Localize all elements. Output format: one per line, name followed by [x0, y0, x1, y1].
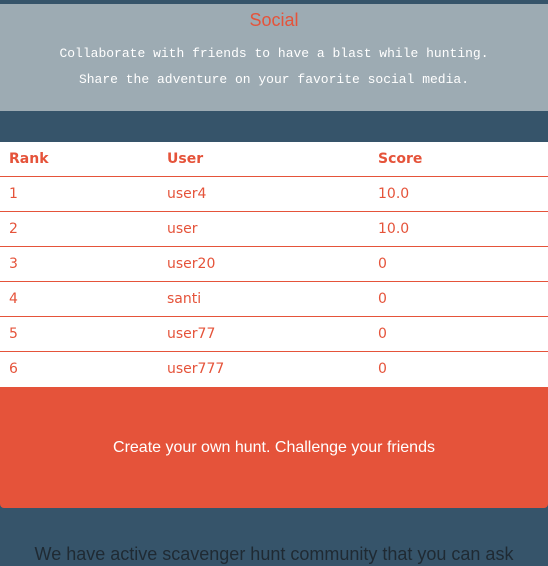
social-description-line-1: Collaborate with friends to have a blast…	[59, 46, 489, 61]
score-column-header: Score	[378, 151, 423, 167]
rank-cell: 6	[9, 361, 18, 377]
score-cell: 10.0	[378, 221, 410, 237]
rank-column-header: Rank	[9, 151, 49, 167]
leaderboard-table: Rank User Score 1 user4 10.0 2 user 10.0…	[0, 142, 548, 387]
user-column-header: User	[167, 151, 204, 167]
table-row: 1 user4 10.0	[0, 177, 548, 212]
social-title: Social	[249, 10, 299, 30]
create-hunt-button[interactable]: Create your own hunt. Challenge your fri…	[0, 387, 548, 508]
rank-cell: 4	[9, 291, 18, 307]
user-cell: user777	[167, 361, 225, 377]
score-cell: 0	[378, 291, 387, 307]
page: Social Collaborate with friends to have …	[0, 0, 548, 566]
score-cell: 0	[378, 256, 387, 272]
table-row: 6 user777 0	[0, 352, 548, 387]
leaderboard-header-row: Rank User Score	[0, 142, 548, 177]
create-hunt-label: Create your own hunt. Challenge your fri…	[113, 439, 435, 456]
rank-cell: 3	[9, 256, 18, 272]
user-cell: user77	[167, 326, 216, 342]
rank-cell: 5	[9, 326, 18, 342]
score-cell: 0	[378, 326, 387, 342]
rank-cell: 2	[9, 221, 18, 237]
user-cell: santi	[167, 291, 202, 307]
user-cell: user20	[167, 256, 216, 272]
table-row: 3 user20 0	[0, 247, 548, 282]
user-cell: user4	[167, 186, 207, 202]
social-section: Social Collaborate with friends to have …	[0, 4, 548, 111]
table-row: 2 user 10.0	[0, 212, 548, 247]
table-row: 4 santi 0	[0, 282, 548, 317]
score-cell: 0	[378, 361, 387, 377]
table-row: 5 user77 0	[0, 317, 548, 352]
social-description-line-2: Share the adventure on your favorite soc…	[78, 72, 470, 87]
rank-cell: 1	[9, 186, 18, 202]
community-text: We have active scavenger hunt community …	[34, 544, 514, 564]
user-cell: user	[167, 221, 198, 237]
score-cell: 10.0	[378, 186, 410, 202]
